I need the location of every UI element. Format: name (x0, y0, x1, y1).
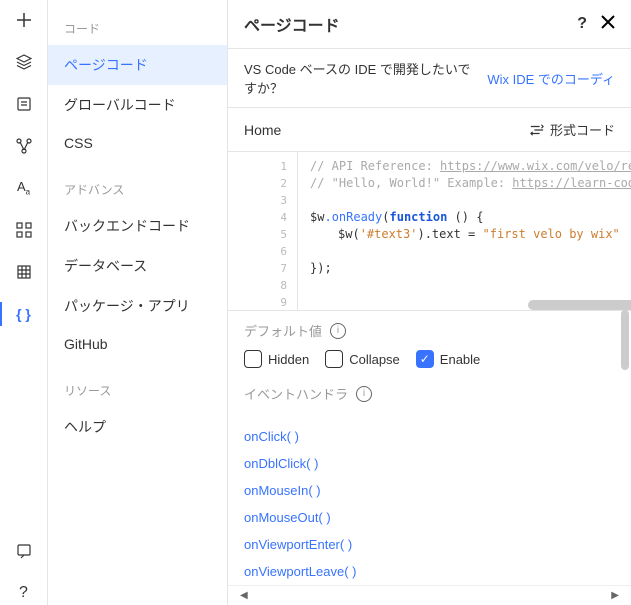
main: ページコード ? VS Code ベースの IDE で開発したいですか？ Wix… (228, 0, 631, 605)
panel-scroll-v[interactable] (621, 310, 629, 370)
events-list: onClick( ) onDblClick( ) onMouseIn( ) on… (228, 423, 631, 585)
event-onviewportleave[interactable]: onViewportLeave( ) (244, 558, 615, 585)
format-code-button[interactable]: 形式コード (514, 108, 631, 151)
page-title: ページコード (244, 12, 340, 36)
layers-icon[interactable] (12, 50, 36, 74)
tab-home[interactable]: Home (228, 110, 297, 150)
chat-icon[interactable] (12, 539, 36, 563)
header: ページコード ? (228, 0, 631, 49)
checkbox-enable[interactable]: ✓Enable (416, 350, 480, 368)
section-advanced: アドバンス (48, 173, 227, 206)
close-icon[interactable] (601, 15, 615, 34)
sidebar-item-page-code[interactable]: ページコード (48, 45, 227, 85)
connect-icon[interactable] (12, 134, 36, 158)
section-resources: リソース (48, 374, 227, 407)
sidebar-item-css[interactable]: CSS (48, 125, 227, 161)
sidebar-item-global-code[interactable]: グローバルコード (48, 85, 227, 125)
properties-panel: デフォルト値 i Hidden Collapse ✓Enable イベントハンド… (228, 310, 631, 423)
code-body[interactable]: // API Reference: https://www.wix.com/ve… (298, 152, 631, 310)
left-rail: Aa { } ? (0, 0, 48, 605)
info-events-icon[interactable]: i (356, 386, 372, 402)
default-label: デフォルト値 (244, 321, 322, 340)
vscode-question: VS Code ベースの IDE で開発したいですか？ (244, 59, 477, 97)
event-onmousein[interactable]: onMouseIn( ) (244, 477, 615, 504)
sidebar: コード ページコード グローバルコード CSS アドバンス バックエンドコード … (48, 0, 228, 605)
help-rail-icon[interactable]: ? (12, 581, 36, 605)
code-editor[interactable]: 12345678910 // API Reference: https://ww… (228, 152, 631, 310)
table-icon[interactable] (12, 260, 36, 284)
events-label: イベントハンドラ (244, 384, 348, 403)
sidebar-item-help[interactable]: ヘルプ (48, 407, 227, 447)
add-icon[interactable] (12, 8, 36, 32)
event-onviewportenter[interactable]: onViewportEnter( ) (244, 531, 615, 558)
editor-scroll-h[interactable] (528, 300, 631, 310)
section-code: コード (48, 12, 227, 45)
format-label: 形式コード (550, 120, 615, 139)
sidebar-item-github[interactable]: GitHub (48, 326, 227, 362)
apps-icon[interactable] (12, 218, 36, 242)
code-icon[interactable]: { } (12, 302, 36, 326)
sidebar-item-packages[interactable]: パッケージ・アプリ (48, 286, 227, 326)
bottom-scrollbar[interactable]: ◀ ▶ (228, 585, 631, 605)
info-default-icon[interactable]: i (330, 323, 346, 339)
vscode-prompt: VS Code ベースの IDE で開発したいですか？ Wix IDE でのコー… (228, 49, 631, 108)
event-onmouseout[interactable]: onMouseOut( ) (244, 504, 615, 531)
event-onclick[interactable]: onClick( ) (244, 423, 615, 450)
text-icon[interactable]: Aa (12, 176, 36, 200)
scroll-left-icon[interactable]: ◀ (240, 590, 248, 601)
page-icon[interactable] (12, 92, 36, 116)
checkbox-hidden[interactable]: Hidden (244, 350, 309, 368)
tab-row: Home 形式コード (228, 108, 631, 152)
help-icon[interactable]: ? (577, 15, 587, 33)
event-ondblclick[interactable]: onDblClick( ) (244, 450, 615, 477)
sidebar-item-database[interactable]: データベース (48, 246, 227, 286)
gutter: 12345678910 (228, 152, 298, 310)
scroll-right-icon[interactable]: ▶ (611, 590, 619, 601)
checkbox-collapse[interactable]: Collapse (325, 350, 400, 368)
wix-ide-link[interactable]: Wix IDE でのコーディ (487, 69, 615, 88)
sidebar-item-backend[interactable]: バックエンドコード (48, 206, 227, 246)
